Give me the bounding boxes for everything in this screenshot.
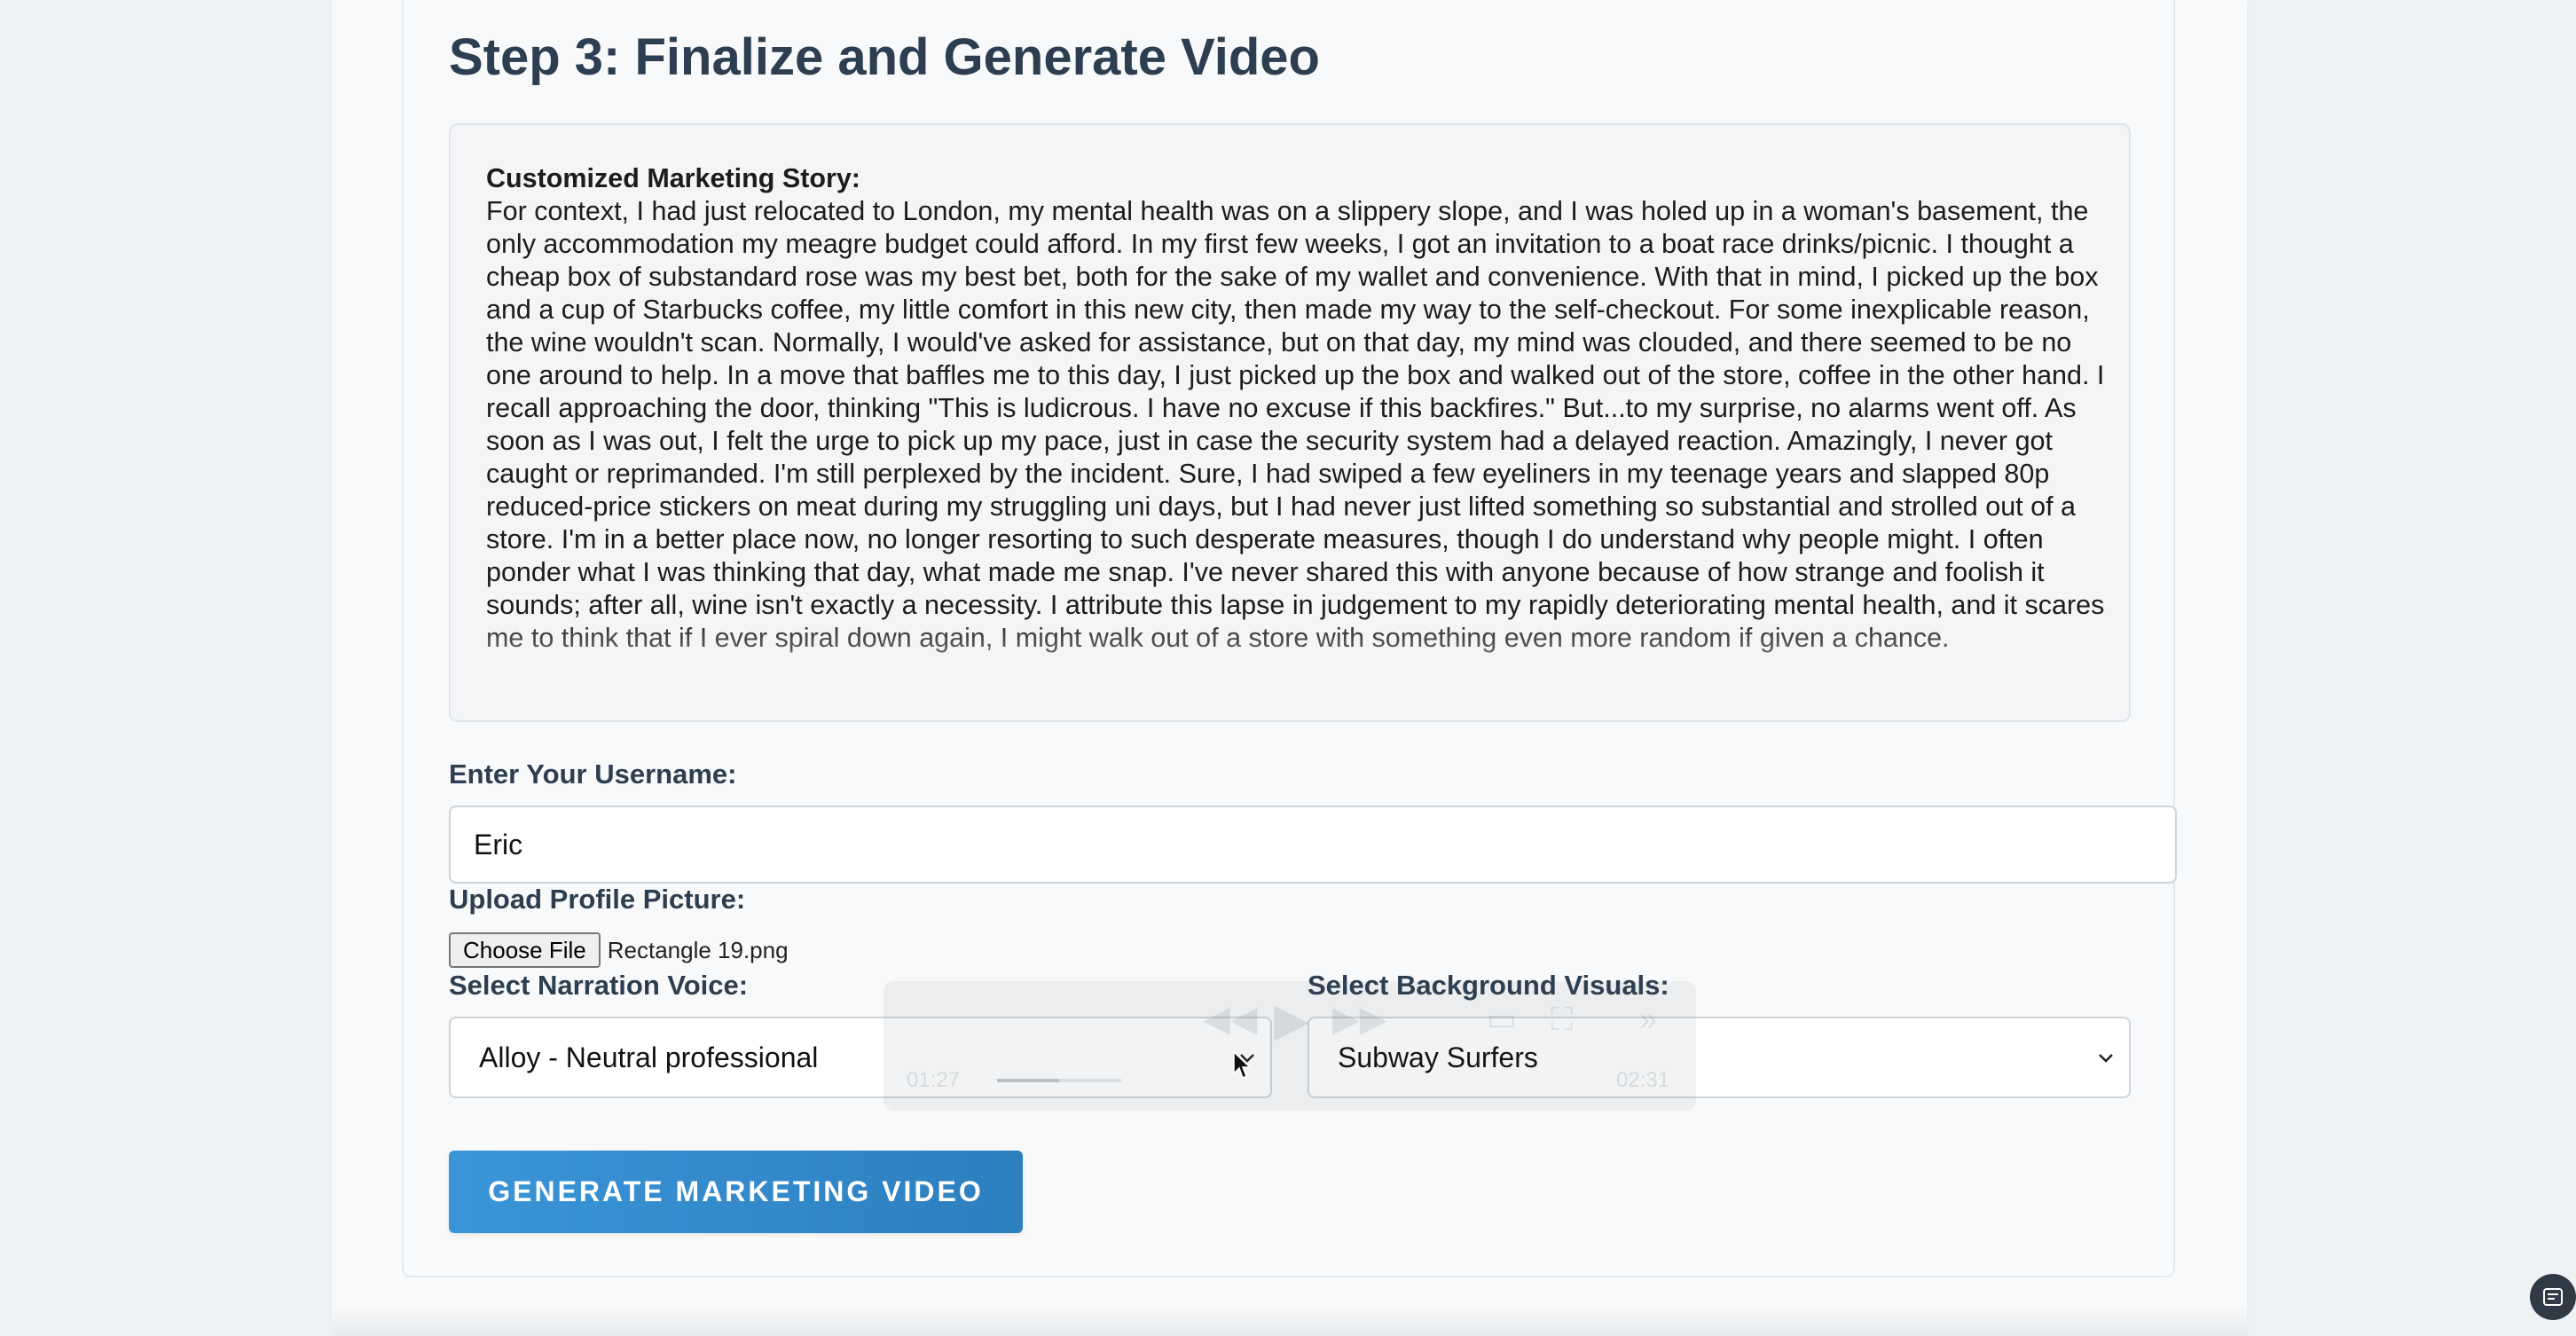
fullscreen-icon[interactable]: ⛶ <box>1551 1001 1573 1039</box>
video-progress-track[interactable] <box>997 1079 1121 1082</box>
video-player-overlay[interactable]: ◀◀ ▶ ▶▶ ▭ ⛶ » 01:27 02:31 <box>884 981 1696 1111</box>
page-bottom-shadow <box>332 1304 2247 1336</box>
play-icon[interactable]: ▶ <box>1274 994 1309 1047</box>
forward-icon[interactable]: ▶▶ <box>1332 999 1387 1040</box>
story-box: Customized Marketing Story: For context,… <box>449 123 2131 722</box>
video-total-time: 02:31 <box>1616 1068 1670 1092</box>
username-label: Enter Your Username: <box>449 758 737 790</box>
generate-marketing-video-button[interactable]: GENERATE MARKETING VIDEO <box>449 1151 1023 1233</box>
video-progress-fill <box>997 1079 1059 1082</box>
pip-icon[interactable]: ▭ <box>1487 1001 1517 1038</box>
story-content: Customized Marketing Story: For context,… <box>486 162 2109 655</box>
rewind-icon[interactable]: ◀◀ <box>1203 999 1258 1040</box>
more-icon[interactable]: » <box>1639 1001 1657 1038</box>
file-name: Rectangle 19.png <box>607 936 789 963</box>
step-title: Step 3: Finalize and Generate Video <box>449 28 1320 86</box>
video-current-time: 01:27 <box>907 1068 961 1092</box>
screen-capture-icon[interactable] <box>2530 1274 2576 1320</box>
choose-file-button[interactable]: Choose File <box>449 932 601 968</box>
story-label: Customized Marketing Story: <box>486 163 860 193</box>
story-text: For context, I had just relocated to Lon… <box>486 196 2105 653</box>
mouse-pointer-icon <box>1233 1051 1252 1080</box>
chevron-down-icon <box>2099 1054 2113 1063</box>
profile-picture-label: Upload Profile Picture: <box>449 884 746 915</box>
narration-voice-label: Select Narration Voice: <box>449 970 749 1001</box>
username-input[interactable] <box>449 806 2177 884</box>
screen-capture-glyph <box>2543 1288 2563 1306</box>
narration-voice-value: Alloy - Neutral professional <box>479 1041 819 1073</box>
file-upload: Choose File Rectangle 19.png <box>449 931 789 969</box>
